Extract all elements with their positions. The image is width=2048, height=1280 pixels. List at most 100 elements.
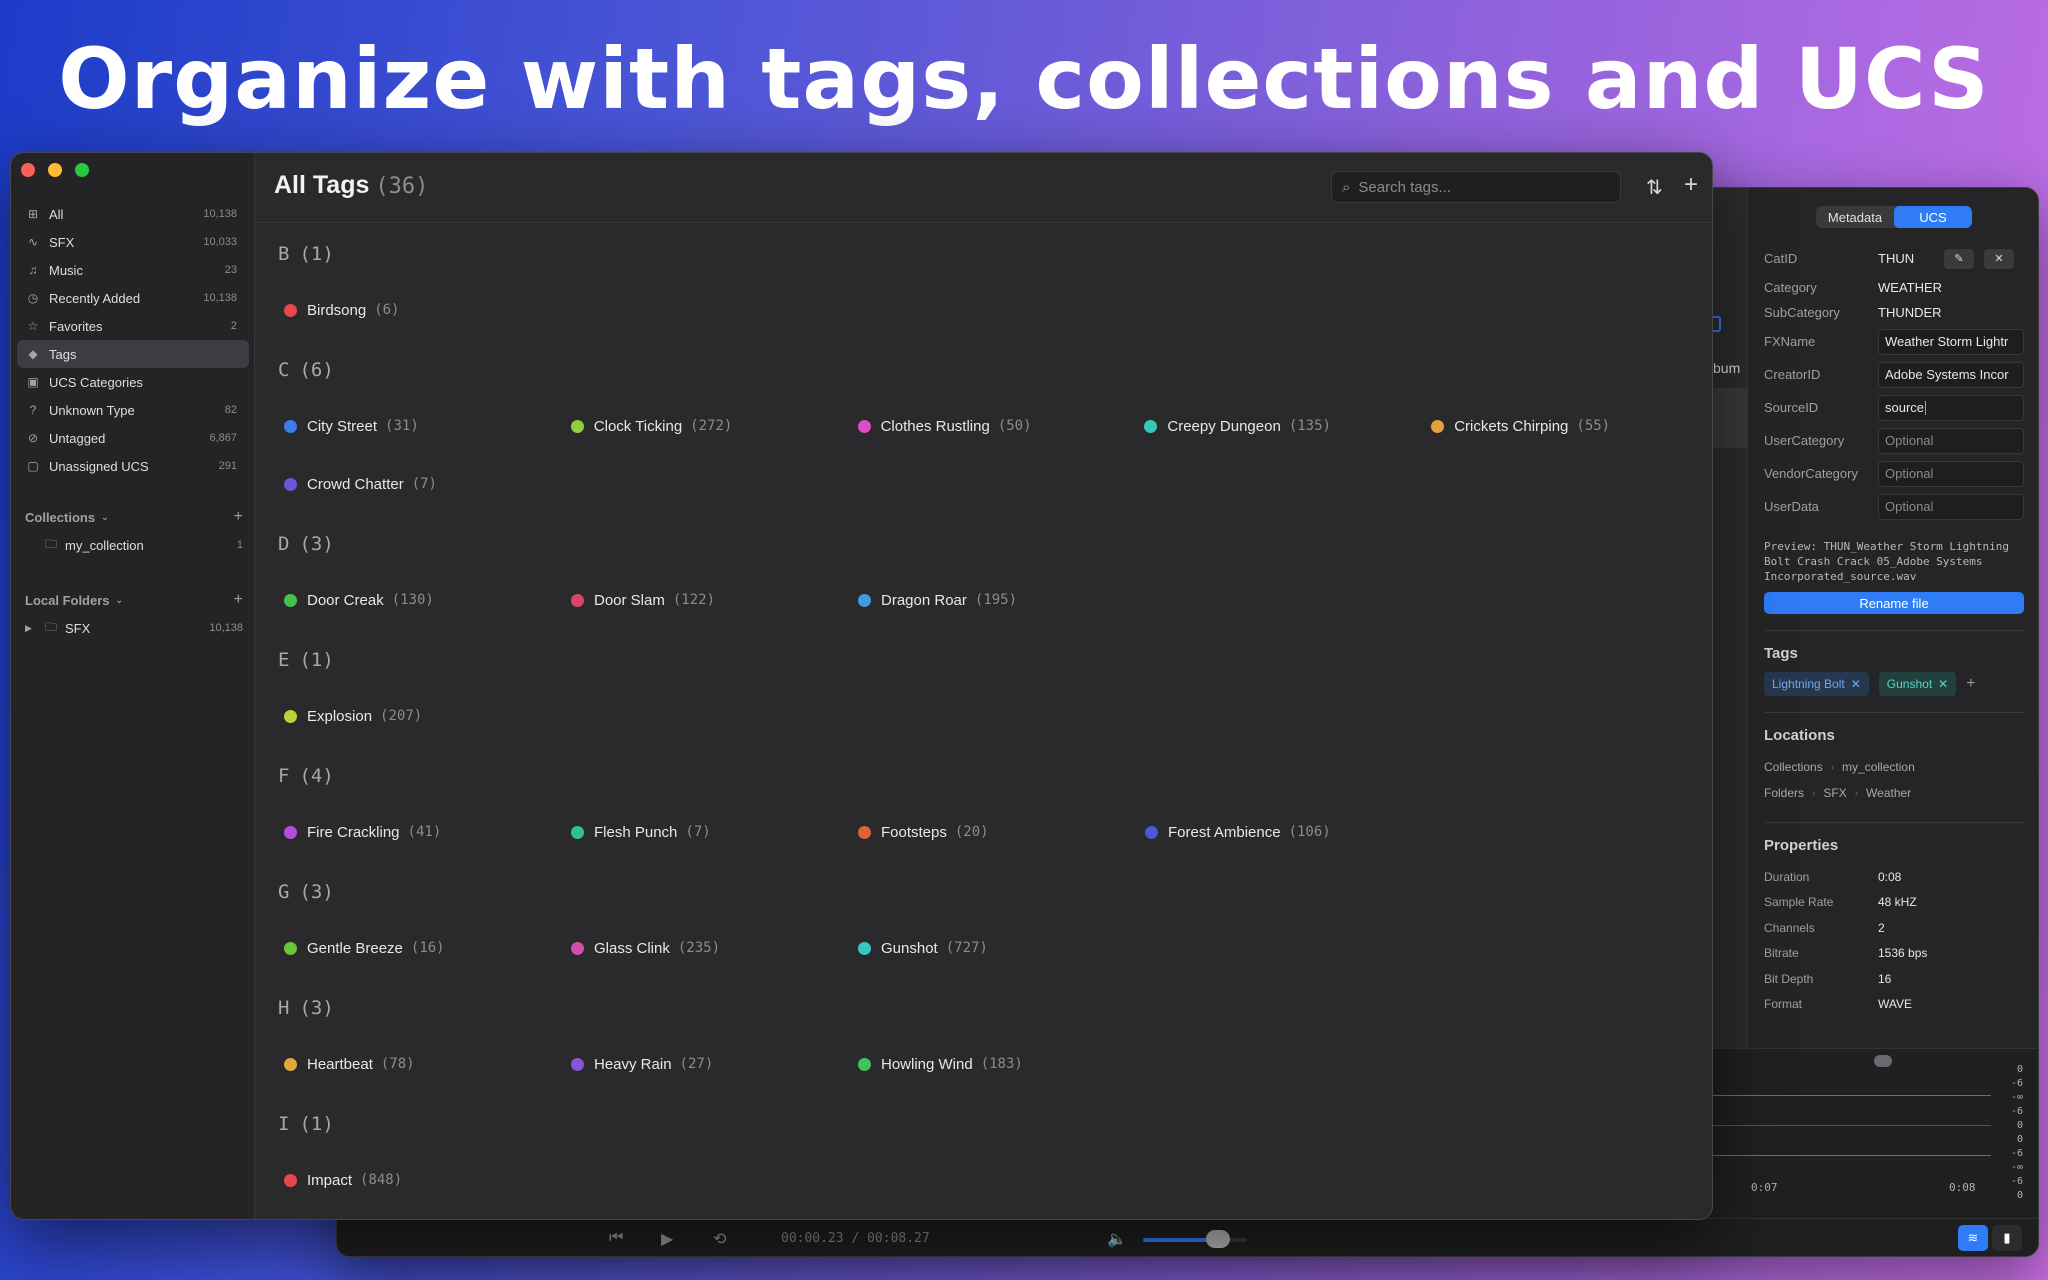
sidebar-item-ucs-categories[interactable]: ▣ UCS Categories (17, 368, 249, 396)
skip-back-icon[interactable]: ⏮ (609, 1229, 623, 1247)
sidebar-item-music[interactable]: ♫ Music 23 (17, 256, 249, 284)
add-tag-icon[interactable]: + (1966, 675, 1975, 693)
fxname-field[interactable]: Weather Storm Lightr (1878, 328, 2024, 355)
rename-file-button[interactable]: Rename file (1764, 592, 2024, 614)
divider (1764, 630, 2024, 631)
close-icon[interactable]: ✕ (1938, 677, 1948, 691)
volume-icon[interactable]: 🔈 (1107, 1229, 1127, 1249)
tag-count: (55) (1576, 418, 1611, 434)
waveform-view[interactable]: 0 -6 -∞ -6 0 0 -6 -∞ -6 0 0:07 0:08 (1701, 1048, 2038, 1218)
spectrum-view-toggle-icon[interactable]: ▮ (1992, 1225, 2022, 1251)
tag-count: (727) (945, 940, 988, 956)
sidebar-item-sfx-folder[interactable]: ▶ 🗀 SFX 10,138 (11, 614, 255, 642)
folder-label: SFX (65, 620, 91, 636)
sidebar-item-favorites[interactable]: ☆ Favorites 2 (17, 312, 249, 340)
sidebar-item-tags[interactable]: ◆ Tags (17, 340, 249, 368)
tab-metadata[interactable]: Metadata (1816, 206, 1894, 228)
sidebar-item-my-collection[interactable]: 🗀 my_collection 1 (11, 531, 255, 559)
vendorcategory-field[interactable]: Optional (1878, 460, 2024, 487)
waveform-view-toggle-icon[interactable]: ≋ (1958, 1225, 1988, 1251)
tag-item[interactable]: City Street (31) (278, 418, 565, 435)
minimize-window-button[interactable] (48, 163, 62, 177)
volume-handle[interactable] (1205, 1230, 1230, 1248)
tag-item[interactable]: Birdsong (6) (278, 302, 565, 319)
property-value: 16 (1878, 971, 1892, 986)
sidebar-item-unknown-type[interactable]: ? Unknown Type 82 (17, 396, 249, 424)
folder-count: 10,138 (209, 622, 243, 634)
search-input[interactable] (1358, 178, 1589, 196)
tag-chip[interactable]: Lightning Bolt ✕ (1764, 672, 1869, 696)
chevron-down-icon[interactable]: ⌄ (116, 595, 124, 606)
tag-item[interactable]: Glass Clink (235) (565, 940, 852, 957)
tag-item[interactable]: Heartbeat (78) (278, 1056, 565, 1073)
tag-count: (7) (411, 476, 437, 492)
add-folder-icon[interactable]: + (234, 591, 243, 609)
disclosure-triangle-icon[interactable]: ▶ (25, 623, 39, 634)
zoom-window-button[interactable] (75, 163, 89, 177)
close-window-button[interactable] (21, 163, 35, 177)
tag-row: Birdsong (6) (278, 281, 1712, 339)
volume-slider[interactable] (1143, 1238, 1247, 1242)
group-letter: I (278, 1113, 290, 1135)
tag-item[interactable]: Creepy Dungeon (135) (1138, 418, 1425, 435)
tag-color-dot (858, 825, 871, 839)
local-folders-section-header[interactable]: Local Folders ⌄ + (11, 586, 255, 614)
tag-item[interactable]: Clock Ticking (272) (565, 418, 852, 435)
collections-section-header[interactable]: Collections ⌄ + (11, 503, 255, 531)
sidebar-item-sfx[interactable]: ∿ SFX 10,033 (17, 228, 249, 256)
usercategory-field[interactable]: Optional (1878, 427, 2024, 454)
add-collection-icon[interactable]: + (234, 508, 243, 526)
db-label: -6 (2010, 1106, 2023, 1117)
chevron-down-icon[interactable]: ⌄ (101, 512, 109, 523)
creatorid-label: CreatorID (1764, 367, 1821, 382)
tag-color-dot (570, 419, 584, 433)
clock-icon: ◷ (27, 291, 39, 305)
clear-catid-button[interactable]: ✕ (1984, 248, 2014, 269)
tag-color-dot (571, 1057, 584, 1071)
group-header: H (3) (278, 977, 1712, 1035)
edit-catid-button[interactable]: ✎ (1944, 248, 1974, 269)
sidebar-item-untagged[interactable]: ⊘ Untagged 6,867 (17, 424, 249, 452)
tag-item[interactable]: Gunshot (727) (852, 940, 1139, 957)
sidebar-item-all[interactable]: ⊞ All 10,138 (17, 200, 249, 228)
group-header: E (1) (278, 629, 1712, 687)
tag-item[interactable]: Forest Ambience (106) (1139, 824, 1426, 841)
add-tag-icon[interactable]: + (1684, 171, 1698, 199)
tag-item[interactable]: Door Slam (122) (565, 592, 852, 609)
divider (1764, 712, 2024, 713)
chevron-right-icon: › (1812, 787, 1816, 799)
tag-item[interactable]: Dragon Roar (195) (852, 592, 1139, 609)
tag-item[interactable]: Gentle Breeze (16) (278, 940, 565, 957)
tag-color-dot (858, 593, 871, 607)
tag-item[interactable]: Flesh Punch (7) (565, 824, 852, 841)
tab-ucs[interactable]: UCS (1894, 206, 1972, 228)
tag-item[interactable]: Howling Wind (183) (852, 1056, 1139, 1073)
tag-item[interactable]: Explosion (207) (278, 708, 565, 725)
playhead-handle[interactable] (1874, 1055, 1892, 1067)
property-key: Duration (1764, 869, 1810, 884)
close-icon[interactable]: ✕ (1851, 677, 1861, 691)
tag-item[interactable]: Heavy Rain (27) (565, 1056, 852, 1073)
tag-chip[interactable]: Gunshot ✕ (1878, 672, 1957, 696)
loop-icon[interactable]: ⟲ (713, 1229, 726, 1249)
location-path[interactable]: Folders › SFX › Weather (1764, 780, 2024, 806)
sidebar-item-recently-added[interactable]: ◷ Recently Added 10,138 (17, 284, 249, 312)
tag-item[interactable]: Crowd Chatter (7) (278, 476, 565, 493)
sort-icon[interactable]: ⇅ (1646, 175, 1663, 200)
tag-item[interactable]: Door Creak (130) (278, 592, 565, 609)
chevron-right-icon: › (1854, 787, 1859, 799)
sidebar-item-unassigned-ucs[interactable]: ▢ Unassigned UCS 291 (17, 452, 249, 480)
tag-item[interactable]: Impact (848) (278, 1172, 565, 1189)
location-path[interactable]: Collections › my_collection (1764, 754, 2024, 780)
tag-item[interactable]: Footsteps (20) (852, 824, 1139, 841)
tag-item[interactable]: Crickets Chirping (55) (1425, 418, 1712, 435)
sourceid-field[interactable]: source (1878, 394, 2024, 421)
tag-color-dot (1145, 825, 1158, 839)
userdata-field[interactable]: Optional (1878, 493, 2024, 520)
view-toggle: ≋ ▮ (1958, 1225, 2022, 1251)
tag-item[interactable]: Clothes Rustling (50) (852, 418, 1139, 435)
sidebar-item-count: 23 (224, 264, 237, 276)
tag-item[interactable]: Fire Crackling (41) (278, 824, 565, 841)
creatorid-field[interactable]: Adobe Systems Incor (1878, 361, 2024, 388)
play-icon[interactable]: ▶ (661, 1229, 673, 1249)
